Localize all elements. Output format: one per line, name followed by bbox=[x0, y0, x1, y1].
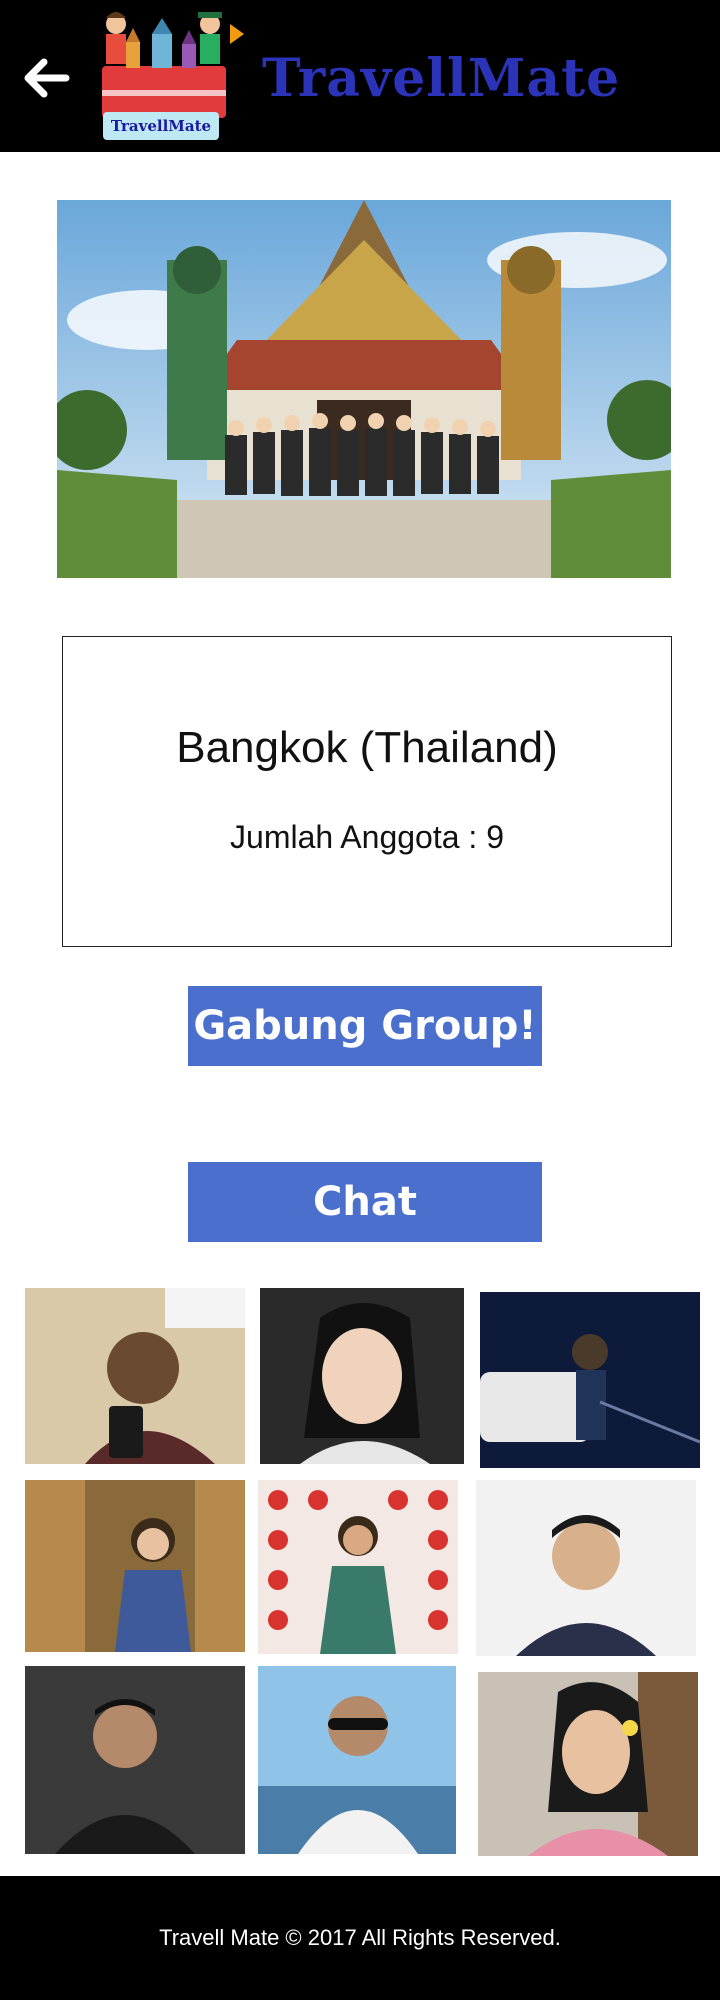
logo-badge-text: TravellMate bbox=[103, 112, 219, 140]
member-photo-7[interactable] bbox=[25, 1666, 245, 1854]
member-photo-9[interactable] bbox=[478, 1672, 698, 1856]
join-group-button[interactable]: Gabung Group! bbox=[188, 986, 542, 1066]
group-city: Bangkok (Thailand) bbox=[176, 723, 558, 772]
member-photo-1[interactable] bbox=[25, 1288, 245, 1464]
back-button[interactable] bbox=[18, 50, 74, 106]
app-header: TravellMate TravellMate bbox=[0, 0, 720, 152]
group-cover-photo bbox=[57, 200, 671, 578]
footer-copyright: Travell Mate © 2017 All Rights Reserved. bbox=[159, 1925, 561, 1950]
brand-name: TravellMate bbox=[262, 48, 621, 109]
group-info-card: Bangkok (Thailand) Jumlah Anggota : 9 bbox=[62, 636, 672, 947]
chat-button[interactable]: Chat bbox=[188, 1162, 542, 1242]
page-footer: Travell Mate © 2017 All Rights Reserved. bbox=[0, 1876, 720, 2000]
member-count: Jumlah Anggota : 9 bbox=[230, 819, 504, 855]
member-photo-6[interactable] bbox=[476, 1480, 696, 1656]
arrow-left-icon bbox=[24, 58, 70, 98]
member-photo-8[interactable] bbox=[258, 1666, 456, 1854]
member-photo-4[interactable] bbox=[25, 1480, 245, 1652]
member-photo-5[interactable] bbox=[258, 1480, 458, 1654]
member-photo-2[interactable] bbox=[260, 1288, 464, 1464]
member-photo-3[interactable] bbox=[480, 1292, 700, 1468]
